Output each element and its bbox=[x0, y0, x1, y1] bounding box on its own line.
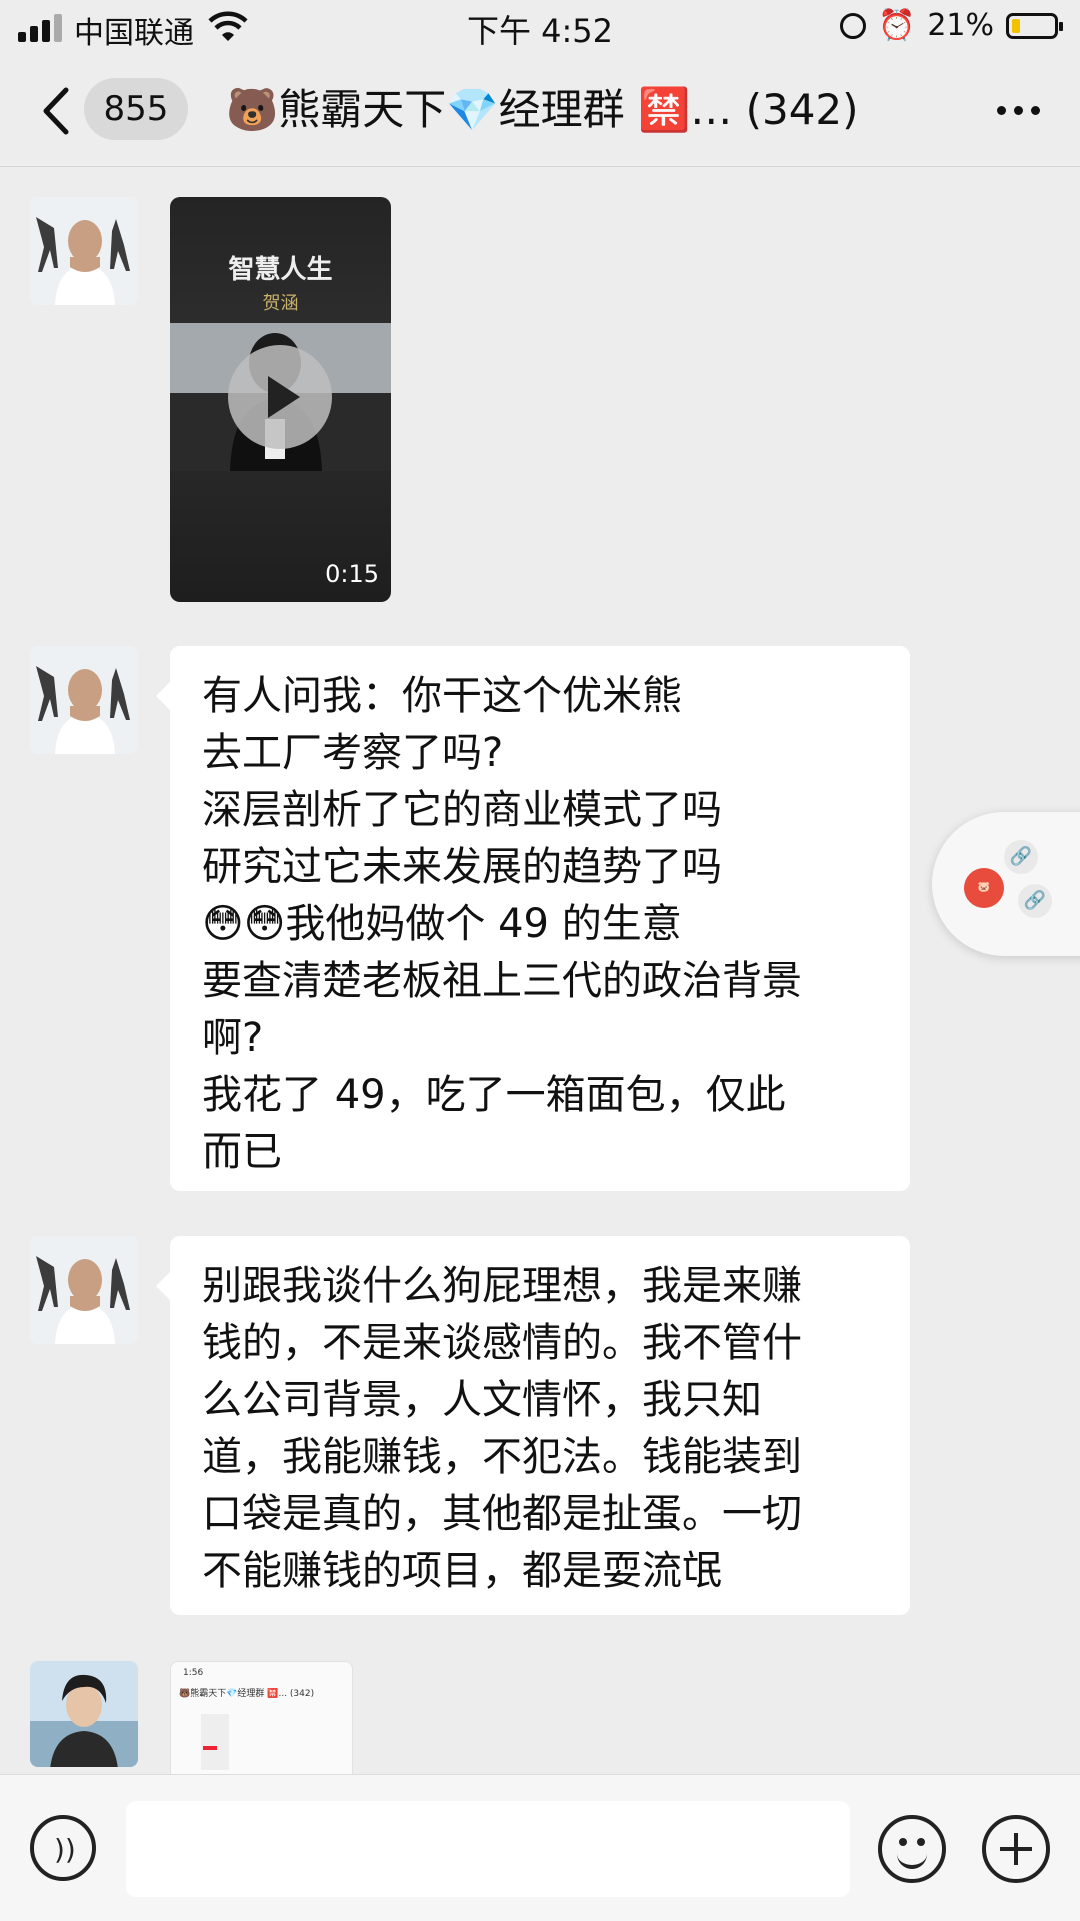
link-icon[interactable]: 🔗 bbox=[1004, 840, 1038, 874]
text-message[interactable]: 有人问我：你干这个优米熊 去工厂考察了吗? 深层剖析了它的商业模式了吗 研究过它… bbox=[156, 646, 910, 1191]
battery-level-fill bbox=[1012, 18, 1020, 33]
voice-icon[interactable]: )) bbox=[30, 1815, 96, 1881]
emoji-icon[interactable] bbox=[878, 1815, 946, 1883]
preview-time: 1:56 bbox=[183, 1668, 204, 1678]
sender-avatar[interactable] bbox=[30, 646, 138, 754]
battery-charging-icon bbox=[1006, 12, 1063, 39]
status-bar: 中国联通 下午 4:52 ⏰ 21% bbox=[0, 0, 1080, 56]
rotation-lock-icon bbox=[839, 12, 866, 39]
alarm-icon: ⏰ bbox=[877, 8, 916, 43]
mini-program-avatar-icon[interactable]: 🐷 bbox=[964, 868, 1004, 908]
chat-title[interactable]: 🐻熊霸天下💎经理群 🈲… (342) bbox=[226, 80, 859, 140]
preview-title: 🐻熊霸天下💎经理群 🈲... (342) bbox=[179, 1689, 315, 1699]
battery-percent: 21% bbox=[927, 8, 994, 43]
preview-content bbox=[201, 1714, 229, 1770]
plus-icon[interactable] bbox=[982, 1815, 1050, 1883]
more-dots-icon[interactable] bbox=[997, 106, 1040, 115]
video-subtitle: 贺涵 bbox=[262, 293, 299, 314]
preview-highlight bbox=[203, 1746, 217, 1750]
input-bar: )) bbox=[0, 1774, 1080, 1921]
link-icon[interactable]: 🔗 bbox=[1018, 884, 1052, 918]
unread-count-badge[interactable]: 855 bbox=[84, 78, 188, 140]
floating-window[interactable]: 🐷 🔗 🔗 bbox=[932, 812, 1080, 956]
video-duration: 0:15 bbox=[325, 560, 379, 588]
sender-avatar[interactable] bbox=[30, 1236, 138, 1344]
chat-header: 855 🐻熊霸天下💎经理群 🈲… (342) bbox=[0, 56, 1080, 167]
back-chevron-icon[interactable] bbox=[38, 86, 78, 136]
message-input[interactable] bbox=[126, 1801, 850, 1897]
video-message[interactable]: 智慧人生 贺涵 0:15 bbox=[170, 197, 391, 602]
sender-avatar[interactable] bbox=[30, 1661, 138, 1767]
text-message[interactable]: 别跟我谈什么狗屁理想，我是来赚 钱的，不是来谈感情的。我不管什 么公司背景，人文… bbox=[156, 1236, 910, 1615]
image-message[interactable]: 1:56 🐻熊霸天下💎经理群 🈲... (342) bbox=[170, 1661, 353, 1775]
play-icon[interactable] bbox=[228, 345, 332, 449]
video-title: 智慧人生 bbox=[228, 255, 333, 285]
sender-avatar[interactable] bbox=[30, 197, 138, 305]
